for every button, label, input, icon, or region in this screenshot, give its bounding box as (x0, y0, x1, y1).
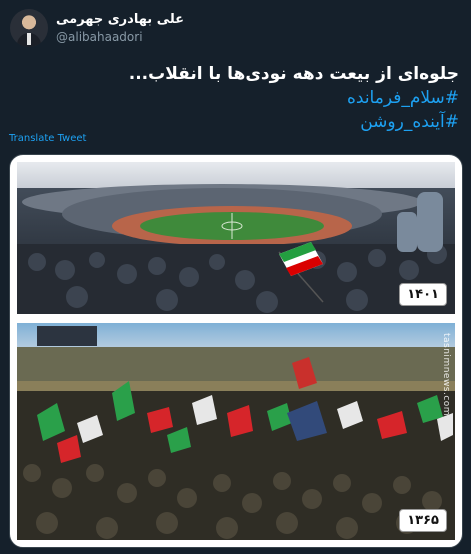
author-name[interactable]: علی بهادری جهرمی (56, 12, 184, 27)
avatar[interactable] (10, 9, 48, 47)
tweet[interactable]: علی بهادری جهرمی @alibahaadori جلوه‌ای ا… (0, 0, 471, 554)
crowd-photo-image (17, 323, 455, 540)
media-container[interactable]: ۱۴۰۱ tasnimnews.com ۱۳۶۵ (9, 154, 463, 548)
translate-tweet-link[interactable]: Translate Tweet (9, 133, 86, 144)
tweet-text-line: جلوه‌ای از بیعت دهه نودی‌ها با انقلاب... (128, 64, 459, 84)
year-label: ۱۴۰۱ (399, 283, 447, 306)
hashtag-link[interactable]: #آینده_روشن (29, 110, 459, 134)
watermark-text: tasnimnews.com (441, 333, 451, 417)
stadium-photo-image (17, 162, 455, 314)
author-handle[interactable]: @alibahaadori (56, 30, 143, 44)
tweet-text: جلوه‌ای از بیعت دهه نودی‌ها با انقلاب...… (29, 62, 459, 134)
avatar-shirt (27, 33, 31, 45)
tweet-header: علی بهادری جهرمی @alibahaadori (10, 9, 461, 49)
photo-stadium-1365[interactable]: tasnimnews.com ۱۳۶۵ (17, 323, 455, 540)
photo-stadium-1401[interactable]: ۱۴۰۱ (17, 162, 455, 314)
year-label: ۱۳۶۵ (399, 509, 447, 532)
hashtag-link[interactable]: #سلام_فرمانده (29, 86, 459, 110)
